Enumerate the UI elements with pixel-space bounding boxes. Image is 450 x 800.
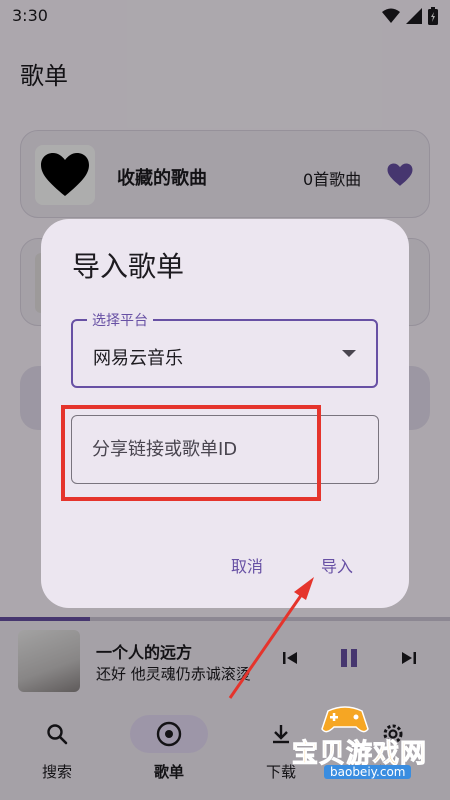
dialog-title: 导入歌单: [72, 250, 185, 283]
watermark-url: baobeiy.com: [324, 765, 412, 779]
platform-select[interactable]: 选择平台 网易云音乐: [71, 310, 378, 388]
gamepad-logo-icon: [321, 706, 369, 733]
dropdown-arrow-icon: [342, 350, 356, 357]
import-button[interactable]: 导入: [321, 553, 353, 577]
platform-select-value: 网易云音乐: [93, 348, 183, 369]
cancel-button[interactable]: 取消: [231, 553, 263, 577]
watermark: 宝贝游戏网 baobeiy.com: [290, 703, 448, 783]
import-playlist-dialog: 导入歌单 选择平台 网易云音乐 取消 导入: [41, 219, 409, 608]
playlist-link-input[interactable]: [72, 416, 378, 483]
app-screen: 3:30 歌单 收藏的歌曲 0首歌曲 一个人的远方 还好 他灵魂仍赤诚滚烫 搜索…: [0, 0, 450, 800]
playlist-link-field[interactable]: [71, 415, 379, 484]
platform-select-label: 选择平台: [87, 310, 153, 330]
